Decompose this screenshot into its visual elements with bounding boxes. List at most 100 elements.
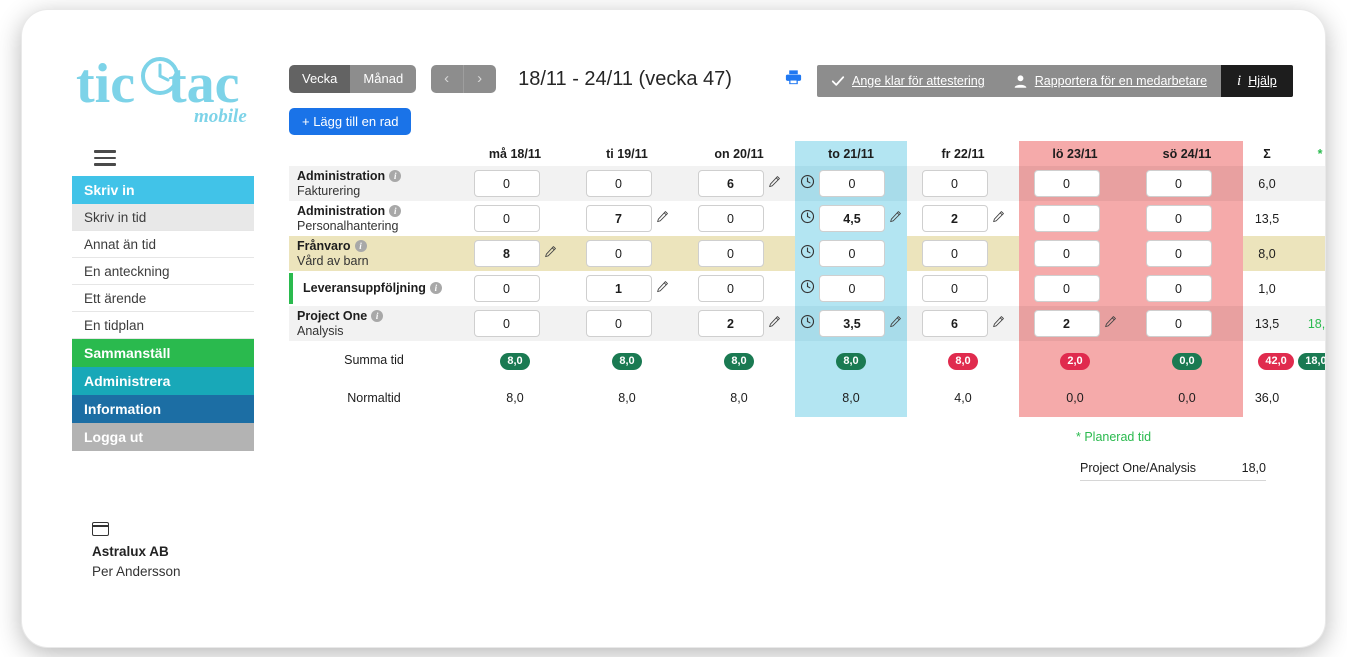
clock-icon[interactable] xyxy=(800,279,815,299)
edit-pencil-icon[interactable] xyxy=(768,315,781,333)
row-title: Administration i xyxy=(297,204,459,219)
sidebar-item-ett-arende[interactable]: Ett ärende xyxy=(72,284,254,312)
edit-pencil-icon[interactable] xyxy=(768,175,781,193)
info-icon[interactable]: i xyxy=(354,239,367,252)
edit-pencil-icon[interactable] xyxy=(889,315,902,333)
time-input-tue[interactable] xyxy=(585,205,652,232)
time-input-tue[interactable] xyxy=(585,310,652,337)
sidebar-item-en-tidplan[interactable]: En tidplan xyxy=(72,311,254,339)
edit-pencil-icon[interactable] xyxy=(992,315,1005,333)
clock-icon[interactable] xyxy=(800,174,815,194)
time-input-fri[interactable] xyxy=(921,170,988,197)
time-input-thu[interactable] xyxy=(819,310,885,337)
sidebar-item-logga-ut[interactable]: Logga ut xyxy=(72,422,254,451)
help-button[interactable]: i Hjälp xyxy=(1221,65,1293,97)
normal-time-mon: 8,0 xyxy=(506,391,524,405)
mark-ready-for-approval-button[interactable]: Ange klar för attestering xyxy=(817,65,999,97)
legend: * Planerad tid Project One/Analysis 18,0 xyxy=(1062,430,1302,481)
sidebar-item-skriv-in-tid[interactable]: Skriv in tid xyxy=(72,203,254,231)
time-input-tue[interactable] xyxy=(585,275,652,302)
time-input-wed[interactable] xyxy=(697,240,764,267)
time-input-mon[interactable] xyxy=(473,310,540,337)
legend-planned-time: * Planerad tid xyxy=(1076,430,1152,444)
time-input-fri[interactable] xyxy=(921,240,988,267)
edit-pencil-icon[interactable] xyxy=(889,210,902,228)
time-input-fri[interactable] xyxy=(921,275,988,302)
time-input-wed[interactable] xyxy=(697,275,764,302)
time-input-sat[interactable] xyxy=(1033,240,1100,267)
edit-pencil-icon[interactable] xyxy=(656,210,669,228)
time-cell-mon xyxy=(459,166,571,201)
summary-cell-tue: 8,0 xyxy=(571,341,683,379)
summary-cell-sat: 2,0 xyxy=(1019,341,1131,379)
time-cell-fri xyxy=(907,306,1019,341)
report-for-coworker-label: Rapportera för en medarbetare xyxy=(1034,74,1208,88)
check-icon xyxy=(831,76,845,86)
info-icon[interactable]: i xyxy=(371,309,384,322)
time-input-wed[interactable] xyxy=(697,170,764,197)
time-input-thu[interactable] xyxy=(819,275,885,302)
view-toggle-week[interactable]: Vecka xyxy=(289,65,351,93)
summary-cell-sun: 0,0 xyxy=(1131,341,1243,379)
header-day-mon: må 18/11 xyxy=(488,146,542,161)
clock-icon[interactable] xyxy=(800,244,815,264)
sidebar-item-skriv-in[interactable]: Skriv in xyxy=(72,175,254,204)
time-input-wed[interactable] xyxy=(697,310,764,337)
report-for-coworker-button[interactable]: Rapportera för en medarbetare xyxy=(999,65,1221,97)
time-input-tue[interactable] xyxy=(585,170,652,197)
add-row-button[interactable]: + Lägg till en rad xyxy=(289,108,412,135)
next-period-button[interactable]: › xyxy=(464,65,496,93)
row-planned xyxy=(1291,201,1325,236)
info-icon[interactable]: i xyxy=(389,169,402,182)
header-spacer xyxy=(289,141,459,166)
clock-icon[interactable] xyxy=(800,314,815,334)
time-input-sat[interactable] xyxy=(1033,170,1100,197)
time-input-sun[interactable] xyxy=(1145,310,1212,337)
row-sum: 6,0 xyxy=(1243,166,1291,201)
time-input-sat[interactable] xyxy=(1033,205,1100,232)
header-row: må 18/11 ti 19/11 on 20/11 to 21/11 fr 2… xyxy=(289,141,1325,166)
svg-text:mobile: mobile xyxy=(194,106,247,127)
time-cell-tue xyxy=(571,166,683,201)
time-input-sun[interactable] xyxy=(1145,170,1212,197)
time-input-sun[interactable] xyxy=(1145,205,1212,232)
edit-pencil-icon[interactable] xyxy=(544,245,557,263)
time-input-mon[interactable] xyxy=(473,205,540,232)
sidebar-item-en-anteckning[interactable]: En anteckning xyxy=(72,257,254,285)
time-input-sat[interactable] xyxy=(1033,310,1100,337)
legend-project-row: Project One/Analysis 18,0 xyxy=(1080,461,1266,481)
info-icon[interactable]: i xyxy=(389,204,402,217)
time-input-mon[interactable] xyxy=(473,170,540,197)
time-input-fri[interactable] xyxy=(921,205,988,232)
sidebar-item-administrera[interactable]: Administrera xyxy=(72,366,254,395)
time-input-fri[interactable] xyxy=(921,310,988,337)
sidebar-item-sammanstall[interactable]: Sammanställ xyxy=(72,338,254,367)
time-cell-thu xyxy=(795,306,907,341)
edit-pencil-icon[interactable] xyxy=(656,280,669,298)
app-logo: tic tac mobile xyxy=(76,50,266,128)
summary-cell-wed: 8,0 xyxy=(683,341,795,379)
edit-pencil-icon[interactable] xyxy=(1104,315,1117,333)
edit-pencil-icon[interactable] xyxy=(992,210,1005,228)
hamburger-menu-icon[interactable] xyxy=(94,150,116,166)
time-input-tue[interactable] xyxy=(585,240,652,267)
clock-icon[interactable] xyxy=(800,209,815,229)
time-input-sun[interactable] xyxy=(1145,240,1212,267)
person-icon xyxy=(1014,74,1027,88)
time-input-thu[interactable] xyxy=(819,170,885,197)
sidebar-footer: Astralux AB Per Andersson xyxy=(92,522,312,579)
time-input-sat[interactable] xyxy=(1033,275,1100,302)
info-icon[interactable]: i xyxy=(429,282,442,294)
sidebar-item-information[interactable]: Information xyxy=(72,394,254,423)
print-icon[interactable] xyxy=(784,68,803,97)
sidebar-item-annat-an-tid[interactable]: Annat än tid xyxy=(72,230,254,258)
time-input-wed[interactable] xyxy=(697,205,764,232)
view-toggle-month[interactable]: Månad xyxy=(350,65,417,93)
time-input-mon[interactable] xyxy=(473,240,540,267)
prev-period-button[interactable]: ‹ xyxy=(431,65,463,93)
legend-project-label: Project One/Analysis xyxy=(1080,461,1197,475)
time-input-mon[interactable] xyxy=(473,275,540,302)
time-input-thu[interactable] xyxy=(819,205,885,232)
time-input-sun[interactable] xyxy=(1145,275,1212,302)
time-input-thu[interactable] xyxy=(819,240,885,267)
